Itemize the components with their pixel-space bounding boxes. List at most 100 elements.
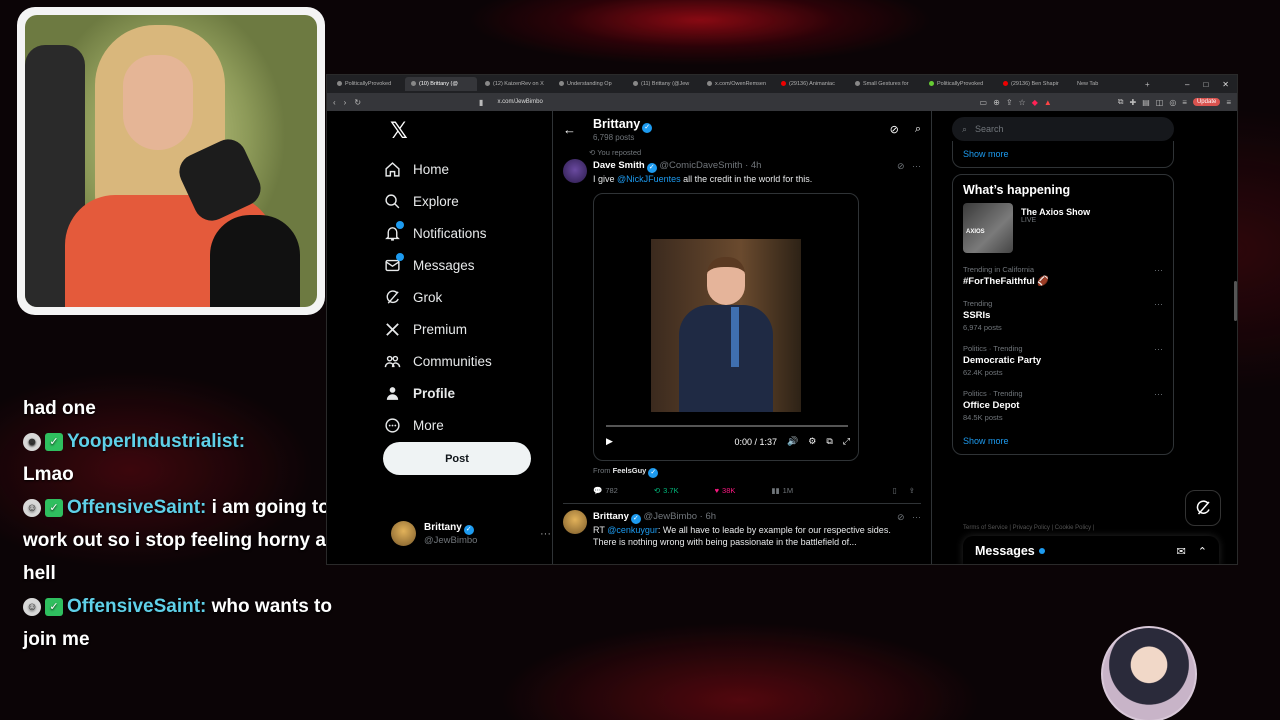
browser-tab[interactable]: (29136) Ben Shapir	[997, 77, 1069, 91]
more-dots-icon[interactable]: ···	[1154, 299, 1163, 309]
grok-floating-button[interactable]	[1185, 490, 1221, 526]
menu-icon[interactable]: ≡	[1182, 98, 1187, 107]
browser-tab[interactable]: New Tab	[1071, 77, 1143, 91]
new-message-icon[interactable]: ✉	[1177, 545, 1186, 558]
browser-tab[interactable]: (29136) Animaniac	[775, 77, 847, 91]
avatar[interactable]	[563, 510, 587, 534]
address-bar[interactable]: x.com/JewBimbo	[497, 99, 542, 105]
maximize-icon[interactable]: □	[1203, 80, 1208, 89]
minimize-icon[interactable]: –	[1185, 80, 1189, 89]
close-window-icon[interactable]: ✕	[1222, 80, 1229, 89]
trend-item[interactable]: Trending SSRIs 6,974 posts ···	[953, 293, 1173, 338]
browser-tab[interactable]: Understanding Op	[553, 77, 625, 91]
account-switcher[interactable]: Brittany ✓ @JewBimbo ···	[391, 521, 551, 546]
video-player[interactable]: ▶ 0:00 / 1:37 🔊 ⚙ ⧉ ⤢	[593, 193, 859, 461]
cast-icon[interactable]: ▭	[980, 98, 988, 107]
author-handle[interactable]: @ComicDaveSmith	[659, 160, 742, 171]
browser-tab[interactable]: Small Gestures for	[849, 77, 921, 91]
trend-item[interactable]: Trending in California #ForTheFaithful 🏈…	[953, 259, 1173, 293]
more-dots-icon[interactable]: ···	[540, 528, 551, 540]
reply-button[interactable]: 💬 782	[593, 486, 618, 495]
browser-tab[interactable]: PoliticallyProvoked	[331, 77, 403, 91]
browser-tab[interactable]: x.com/OwenRemsen	[701, 77, 773, 91]
rewards-icon[interactable]: ▲	[1044, 98, 1052, 107]
play-icon[interactable]: ▶	[606, 436, 613, 447]
author-name[interactable]: Brittany	[593, 511, 629, 522]
grok-icon[interactable]: ⊘	[890, 123, 899, 136]
zoom-icon[interactable]: ⊕	[993, 98, 1000, 107]
post-button[interactable]: Post	[383, 442, 531, 475]
nav-profile[interactable]: Profile	[383, 377, 492, 409]
tweet[interactable]: ⟲ You reposted Dave Smith ✓ @ComicDaveSmi…	[553, 147, 931, 504]
tweet-text-part: : We all have to leade by example for ou…	[657, 525, 891, 535]
trend-item[interactable]: Politics · Trending Democratic Party 62.…	[953, 338, 1173, 383]
tweet[interactable]: Brittany ✓ @JewBimbo · 6h ⊘ ··· RT @cenku…	[553, 504, 931, 548]
grok-icon[interactable]: ⊘	[897, 512, 905, 522]
reload-icon[interactable]: ↻	[354, 98, 361, 107]
more-dots-icon[interactable]: ···	[912, 512, 921, 522]
grok-icon[interactable]: ⊘	[897, 161, 905, 171]
overflow-menu-icon[interactable]: ≡	[1226, 98, 1231, 107]
mention-link[interactable]: @cenkuygur	[607, 525, 658, 535]
more-dots-icon[interactable]: ···	[1154, 265, 1163, 275]
bookmark-icon[interactable]: ▮	[479, 98, 483, 107]
nav-premium[interactable]: Premium	[383, 313, 492, 345]
author-name[interactable]: Dave Smith	[593, 160, 645, 171]
avatar[interactable]	[563, 159, 587, 183]
show-more-link[interactable]: Show more	[953, 428, 1173, 454]
views-button[interactable]: ▮▮ 1M	[771, 486, 793, 495]
more-dots-icon[interactable]: ···	[1154, 344, 1163, 354]
messages-drawer[interactable]: Messages ✉ ⌃	[963, 536, 1219, 564]
scrollbar[interactable]	[1234, 281, 1237, 321]
bookmark-icon[interactable]: ▯	[893, 486, 897, 495]
star-icon[interactable]: ☆	[1019, 98, 1026, 107]
footer-links[interactable]: Terms of Service | Privacy Policy | Cook…	[963, 525, 1094, 531]
nav-label: Messages	[413, 257, 475, 273]
nav-notifications[interactable]: Notifications	[383, 217, 492, 249]
sidebar-icon[interactable]: ▤	[1142, 98, 1150, 107]
x-logo-icon[interactable]: 𝕏	[390, 119, 408, 144]
youtube-favicon-icon	[1003, 81, 1008, 87]
nav-grok[interactable]: Grok	[383, 281, 492, 313]
brave-shield-icon[interactable]: ◆	[1032, 98, 1038, 107]
nav-explore[interactable]: Explore	[383, 185, 492, 217]
wallet-icon[interactable]: ◫	[1156, 98, 1164, 107]
share-icon[interactable]: ⇪	[1006, 98, 1013, 107]
author-handle[interactable]: @JewBimbo	[644, 511, 697, 522]
forward-nav-icon[interactable]: ›	[344, 98, 347, 107]
nav-more[interactable]: More	[383, 409, 492, 441]
trend-item[interactable]: Politics · Trending Office Depot 84.5K p…	[953, 383, 1173, 428]
nav-communities[interactable]: Communities	[383, 345, 492, 377]
video-progress-bar[interactable]	[606, 425, 848, 427]
live-event[interactable]: AXIOS The Axios Show LIVE	[953, 203, 1173, 259]
repost-button[interactable]: ⟲ 3.7K	[654, 486, 679, 495]
puzzle-icon[interactable]: ✚	[1129, 98, 1136, 107]
browser-tab[interactable]: (11) Brittany (@Jew	[627, 77, 699, 91]
pip-icon[interactable]: ⧉	[826, 436, 832, 447]
share-icon[interactable]: ⇪	[909, 486, 915, 495]
search-input[interactable]: ⌕ Search	[952, 117, 1174, 141]
nav-messages[interactable]: Messages	[383, 249, 492, 281]
expand-chevron-icon[interactable]: ⌃	[1198, 545, 1207, 558]
browser-tab[interactable]: (12) KaizenRev on X	[479, 77, 551, 91]
more-dots-icon[interactable]: ···	[912, 161, 921, 171]
back-arrow-icon[interactable]: ←	[563, 122, 593, 137]
thumbnail-text: AXIOS	[966, 229, 985, 235]
nav-home[interactable]: Home	[383, 153, 492, 185]
from-name[interactable]: FeelsGuy	[613, 466, 647, 475]
vpn-icon[interactable]: ◎	[1169, 98, 1176, 107]
update-button[interactable]: Update	[1192, 98, 1221, 106]
back-nav-icon[interactable]: ‹	[333, 98, 336, 107]
new-tab-plus-icon[interactable]: +	[1145, 80, 1150, 89]
more-dots-icon[interactable]: ···	[1154, 389, 1163, 399]
volume-icon[interactable]: 🔊	[787, 436, 798, 447]
browser-tab[interactable]: PoliticallyProvoked	[923, 77, 995, 91]
search-icon[interactable]: ⌕	[915, 123, 921, 136]
fullscreen-icon[interactable]: ⤢	[843, 436, 850, 447]
extension-icon[interactable]: ⧉	[1118, 97, 1124, 107]
mention-link[interactable]: @NickJFuentes	[617, 174, 681, 184]
browser-tab-active[interactable]: (10) Brittany (@	[405, 77, 477, 91]
settings-gear-icon[interactable]: ⚙	[808, 436, 816, 447]
show-more-link[interactable]: Show more	[953, 141, 1173, 167]
like-button[interactable]: ♥ 38K	[715, 486, 736, 495]
